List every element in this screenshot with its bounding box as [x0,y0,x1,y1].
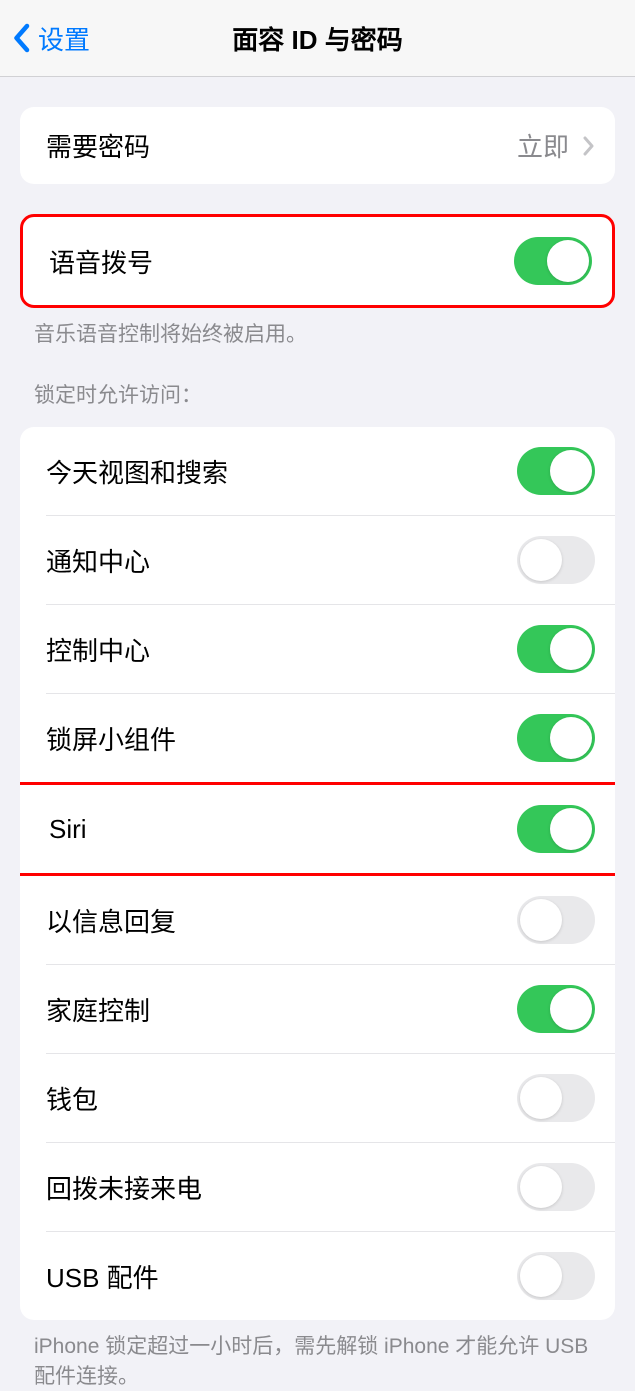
lock-access-toggle[interactable] [517,805,595,853]
lock-access-row: 钱包 [20,1053,615,1142]
nav-bar: 设置 面容 ID 与密码 [0,0,635,77]
back-label: 设置 [38,20,90,57]
lock-access-label: Siri [49,814,87,845]
require-passcode-row[interactable]: 需要密码 立即 [20,107,615,184]
back-button[interactable]: 设置 [0,20,90,57]
require-passcode-label: 需要密码 [46,127,150,164]
lock-access-label: 回拨未接来电 [46,1169,202,1206]
require-passcode-value: 立即 [517,127,595,164]
lock-access-label: 以信息回复 [46,902,176,939]
lock-access-row: 控制中心 [20,604,615,693]
lock-access-label: 控制中心 [46,631,150,668]
chevron-right-icon [583,136,595,156]
lock-access-row: 锁屏小组件 [20,693,615,782]
voice-dial-label: 语音拨号 [49,243,153,280]
lock-access-row: 以信息回复 [20,876,615,964]
lock-access-group: 今天视图和搜索通知中心控制中心锁屏小组件 Siri 以信息回复家庭控制钱包回拨未接来… [20,427,615,1320]
lock-access-label: 家庭控制 [46,991,150,1028]
lock-access-label: 锁屏小组件 [46,720,176,757]
lock-access-label: 今天视图和搜索 [46,453,228,490]
lock-access-row: 回拨未接来电 [20,1142,615,1231]
lock-access-toggle[interactable] [517,536,595,584]
voice-dial-toggle[interactable] [514,237,592,285]
chevron-left-icon [12,23,30,53]
voice-dial-row: 语音拨号 [23,217,612,305]
lock-access-toggle[interactable] [517,985,595,1033]
lock-access-label: 通知中心 [46,542,150,579]
lock-access-row: Siri [20,785,615,873]
lock-access-toggle[interactable] [517,1252,595,1300]
lock-access-label: 钱包 [46,1080,98,1117]
lock-access-label: USB 配件 [46,1258,159,1295]
lock-access-row: 通知中心 [20,515,615,604]
siri-row-highlight: Siri [20,782,615,876]
page-title: 面容 ID 与密码 [0,20,635,57]
lock-access-row: 今天视图和搜索 [20,427,615,515]
voice-dial-group: 语音拨号 [20,214,615,308]
voice-dial-footer: 音乐语音控制将始终被启用。 [0,308,635,349]
lock-access-row: USB 配件 [20,1231,615,1320]
lock-access-toggle[interactable] [517,447,595,495]
lock-access-toggle[interactable] [517,625,595,673]
lock-access-row: 家庭控制 [20,964,615,1053]
lock-access-footer: iPhone 锁定超过一小时后，需先解锁 iPhone 才能允许 USB 配件连… [0,1320,635,1391]
lock-access-header: 锁定时允许访问： [0,349,635,417]
lock-access-toggle[interactable] [517,1074,595,1122]
lock-access-toggle[interactable] [517,1163,595,1211]
passcode-group: 需要密码 立即 [20,107,615,184]
lock-access-toggle[interactable] [517,896,595,944]
lock-access-toggle[interactable] [517,714,595,762]
